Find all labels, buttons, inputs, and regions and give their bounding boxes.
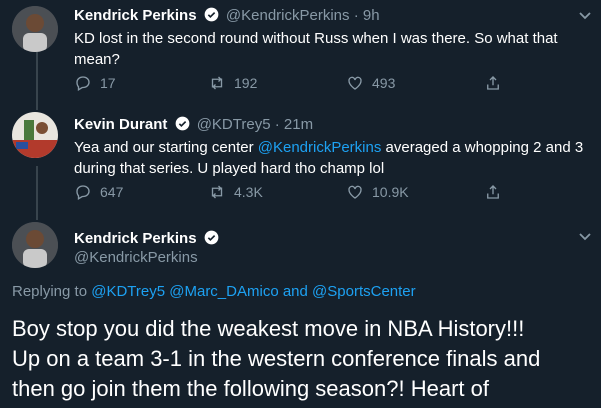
tweet-1[interactable]: Kendrick Perkins @KendrickPerkins · 9h K…: [0, 0, 601, 108]
replying-to-label: Replying to: [12, 283, 88, 300]
mention-link[interactable]: @KDTrey5: [91, 283, 165, 300]
like-count: 10.9K: [372, 184, 409, 200]
retweet-count: 4.3K: [234, 184, 263, 200]
mention-link[interactable]: @KendrickPerkins: [258, 139, 382, 156]
share-icon: [487, 76, 499, 90]
reply-icon: [76, 76, 90, 91]
share-icon: [487, 185, 499, 199]
retweet-icon: [211, 76, 223, 90]
like-button[interactable]: 493: [346, 74, 395, 92]
reply-button[interactable]: 17: [74, 74, 116, 92]
tweet-text-part: Yea and our starting center: [74, 139, 258, 156]
tweet-time[interactable]: · 21m: [275, 116, 313, 133]
reply-count: 17: [100, 75, 116, 91]
focused-text-line: then go join them the following season?!…: [12, 376, 489, 401]
like-button[interactable]: 10.9K: [346, 183, 409, 201]
tweet-actions: 17 192 493: [74, 74, 534, 94]
focused-text-line: Up on a team 3-1 in the western conferen…: [12, 346, 541, 371]
verified-badge-icon: [204, 230, 219, 245]
replying-and: and: [282, 283, 308, 300]
retweet-button[interactable]: 4.3K: [208, 183, 263, 201]
tweet-actions: 647 4.3K 10.9K: [74, 183, 534, 203]
author-handle[interactable]: @KendrickPerkins: [74, 249, 198, 266]
share-button[interactable]: [484, 183, 502, 201]
focused-text-line: Boy stop you did the weakest move in NBA…: [12, 316, 525, 341]
tweet-text: Yea and our starting center @KendrickPer…: [74, 137, 586, 179]
like-count: 493: [372, 75, 396, 91]
reply-button[interactable]: 647: [74, 183, 123, 201]
tweet-header: Kevin Durant @KDTrey5 · 21m: [74, 116, 313, 133]
mention-link[interactable]: @SportsCenter: [312, 283, 416, 300]
chevron-down-icon[interactable]: [578, 11, 592, 21]
heart-icon: [348, 76, 362, 90]
tweet-text: KD lost in the second round without Russ…: [74, 30, 558, 68]
tweet-header: Kendrick Perkins @KendrickPerkins · 9h: [74, 7, 380, 24]
tweet-header: Kendrick Perkins: [74, 230, 222, 247]
verified-badge-icon: [175, 116, 189, 131]
share-button[interactable]: [484, 74, 502, 92]
author-handle[interactable]: @KDTrey5: [197, 116, 271, 133]
author-handle[interactable]: @KendrickPerkins: [226, 7, 350, 24]
reply-count: 647: [100, 184, 124, 200]
verified-badge-icon: [204, 7, 219, 22]
retweet-count: 192: [234, 75, 258, 91]
author-name[interactable]: Kevin Durant: [74, 116, 167, 133]
author-name[interactable]: Kendrick Perkins: [74, 230, 197, 247]
avatar-image: [12, 112, 58, 158]
avatar[interactable]: [12, 112, 58, 158]
retweet-button[interactable]: 192: [208, 74, 257, 92]
reply-icon: [76, 185, 90, 200]
replying-to: Replying to @KDTrey5 @Marc_DAmico and @S…: [12, 283, 416, 300]
avatar[interactable]: [12, 6, 58, 52]
focused-tweet-text: Boy stop you did the weakest move in NBA…: [12, 314, 540, 404]
chevron-down-icon[interactable]: [578, 232, 592, 242]
author-name[interactable]: Kendrick Perkins: [74, 7, 197, 24]
heart-icon: [348, 185, 362, 199]
retweet-icon: [211, 185, 223, 199]
mention-link[interactable]: @Marc_DAmico: [169, 283, 278, 300]
avatar-image: [12, 222, 58, 268]
tweet-time[interactable]: · 9h: [354, 7, 380, 24]
tweet-2[interactable]: Kevin Durant @KDTrey5 · 21m Yea and our …: [0, 108, 601, 218]
avatar[interactable]: [12, 222, 58, 268]
avatar-image: [12, 6, 58, 52]
